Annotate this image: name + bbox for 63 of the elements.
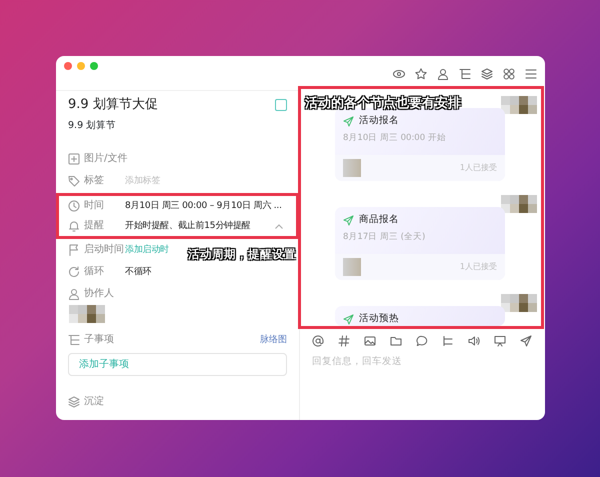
layers-icon[interactable]	[481, 68, 493, 80]
repeat-icon	[68, 266, 80, 278]
chat-bubble-icon[interactable]	[416, 335, 428, 347]
at-icon[interactable]	[312, 335, 324, 347]
hashtag-icon[interactable]	[338, 335, 350, 347]
event-title: 活动报名	[359, 114, 399, 128]
add-file-icon	[68, 153, 80, 165]
grid-icon[interactable]	[503, 68, 515, 80]
caption: 活动周期，提醒设置	[188, 246, 296, 263]
field-value: 8月10日 周三 00:00 – 9月10日 周六 ...	[125, 200, 282, 213]
blurred-avatar	[501, 195, 537, 213]
add-subtask-button[interactable]: 添加子事项	[68, 353, 287, 376]
blurred-avatar	[343, 258, 361, 276]
event-time: 8月17日 周三 (全天)	[343, 231, 426, 244]
blurred-avatar	[343, 159, 361, 177]
close-button[interactable]	[64, 62, 72, 70]
blurred-avatar	[501, 294, 537, 312]
field-label: 时间	[84, 199, 104, 213]
branch-icon[interactable]	[442, 335, 454, 347]
send-icon	[343, 314, 354, 325]
field-label: 协作人	[84, 287, 114, 301]
screen-icon[interactable]	[494, 335, 506, 347]
layers-icon	[68, 396, 80, 408]
task-title: 9.9 划算节大促	[68, 96, 158, 114]
task-subtitle: 9.9 划算节	[68, 120, 118, 132]
accepted-count: 1人已接受	[460, 261, 497, 273]
flag-icon	[68, 244, 80, 256]
clock-icon	[68, 200, 80, 212]
blurred-avatar	[501, 96, 537, 114]
tag-icon	[68, 175, 80, 187]
task-checkbox[interactable]	[275, 99, 287, 111]
blurred-avatar	[69, 305, 105, 323]
star-icon[interactable]	[415, 68, 427, 80]
accepted-count: 1人已接受	[460, 162, 497, 174]
field-label: 图片/文件	[84, 152, 128, 166]
send-icon	[343, 116, 354, 127]
field-label: 循环	[84, 265, 104, 279]
speaker-icon[interactable]	[468, 335, 480, 347]
section-label: 子事项	[84, 333, 114, 347]
field-value: 不循环	[125, 266, 152, 279]
field-label: 提醒	[84, 219, 104, 233]
field-label: 启动时间	[84, 243, 124, 257]
field-label: 标签	[84, 174, 104, 188]
tree-icon	[68, 334, 80, 346]
field-value: 开始时提醒、截止前15分钟提醒	[125, 220, 250, 233]
eye-icon[interactable]	[393, 68, 405, 80]
event-title: 商品报名	[359, 213, 399, 227]
event-title: 活动预热	[359, 312, 399, 326]
section-label: 沉淀	[84, 395, 104, 409]
image-icon[interactable]	[364, 335, 376, 347]
person-icon	[68, 288, 80, 300]
event-card[interactable]: 商品报名 8月17日 周三 (全天) 1人已接受	[335, 207, 505, 280]
folder-icon[interactable]	[390, 335, 402, 347]
bell-icon	[68, 220, 80, 232]
person-icon[interactable]	[437, 68, 449, 80]
send-icon[interactable]	[520, 335, 532, 347]
mind-map-link[interactable]: 脉络图	[260, 333, 287, 347]
event-card[interactable]: 活动预热	[335, 306, 505, 326]
add-start-time-link[interactable]: 添加启动时	[125, 243, 170, 257]
event-time: 8月10日 周三 00:00 开始	[343, 132, 447, 145]
tree-icon[interactable]	[459, 68, 471, 80]
send-icon	[343, 214, 354, 226]
menu-icon[interactable]	[525, 68, 537, 80]
